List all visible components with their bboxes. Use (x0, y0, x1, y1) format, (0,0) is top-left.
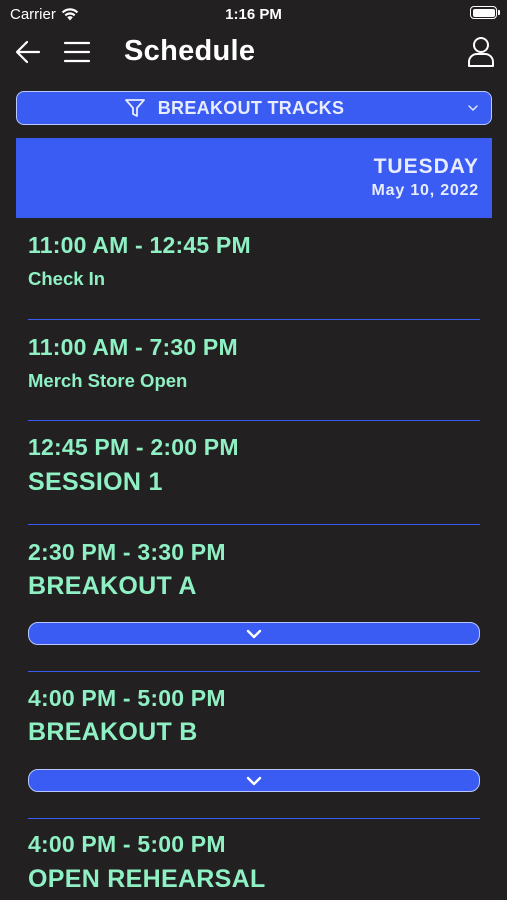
back-arrow-icon[interactable] (14, 38, 42, 66)
schedule-item-title: OPEN REHEARSAL (28, 865, 266, 893)
filter-icon (124, 99, 145, 117)
chevron-down-icon (246, 776, 262, 785)
day-date: May 10, 2022 (371, 182, 479, 199)
schedule-item-time: 2:30 PM - 3:30 PM (28, 539, 226, 565)
expand-button[interactable] (28, 622, 480, 645)
schedule-item-time: 11:00 AM - 7:30 PM (28, 334, 238, 360)
schedule-item-title: Merch Store Open (28, 370, 188, 391)
schedule-item-time: 4:00 PM - 5:00 PM (28, 685, 226, 711)
filter-label: BREAKOUT TRACKS (157, 97, 345, 118)
day-header: TUESDAY May 10, 2022 (16, 138, 492, 218)
day-name: TUESDAY (373, 155, 479, 178)
chevron-down-icon (246, 629, 262, 638)
nav-bar: Schedule (0, 28, 507, 78)
status-time: 1:16 PM (225, 6, 282, 23)
schedule-item-title: Check In (28, 268, 106, 289)
breakout-tracks-filter[interactable]: BREAKOUT TRACKS (16, 91, 492, 125)
user-icon[interactable] (467, 36, 495, 68)
schedule-item[interactable]: 4:00 PM - 5:00 PM OPEN REHEARSAL (28, 819, 480, 900)
schedule-item-title: BREAKOUT A (28, 572, 197, 600)
hamburger-icon[interactable] (63, 38, 91, 66)
schedule-item[interactable]: 4:00 PM - 5:00 PM BREAKOUT B (28, 672, 480, 819)
schedule-item[interactable]: 11:00 AM - 7:30 PM Merch Store Open (28, 320, 480, 421)
schedule-item[interactable]: 2:30 PM - 3:30 PM BREAKOUT A (28, 525, 480, 672)
page-title: Schedule (124, 35, 256, 67)
schedule-item-title: BREAKOUT B (28, 718, 198, 746)
schedule-item[interactable]: 12:45 PM - 2:00 PM SESSION 1 (28, 421, 480, 525)
status-bar: Carrier 1:16 PM (0, 0, 507, 28)
schedule-item-time: 11:00 AM - 12:45 PM (28, 232, 251, 258)
expand-button[interactable] (28, 769, 480, 792)
battery-icon (470, 6, 500, 19)
schedule-list: 11:00 AM - 12:45 PM Check In 11:00 AM - … (28, 218, 480, 900)
schedule-item-time: 4:00 PM - 5:00 PM (28, 831, 226, 857)
schedule-item[interactable]: 11:00 AM - 12:45 PM Check In (28, 218, 480, 320)
schedule-item-time: 12:45 PM - 2:00 PM (28, 434, 239, 460)
schedule-item-title: SESSION 1 (28, 468, 163, 496)
chevron-down-icon (468, 105, 478, 111)
